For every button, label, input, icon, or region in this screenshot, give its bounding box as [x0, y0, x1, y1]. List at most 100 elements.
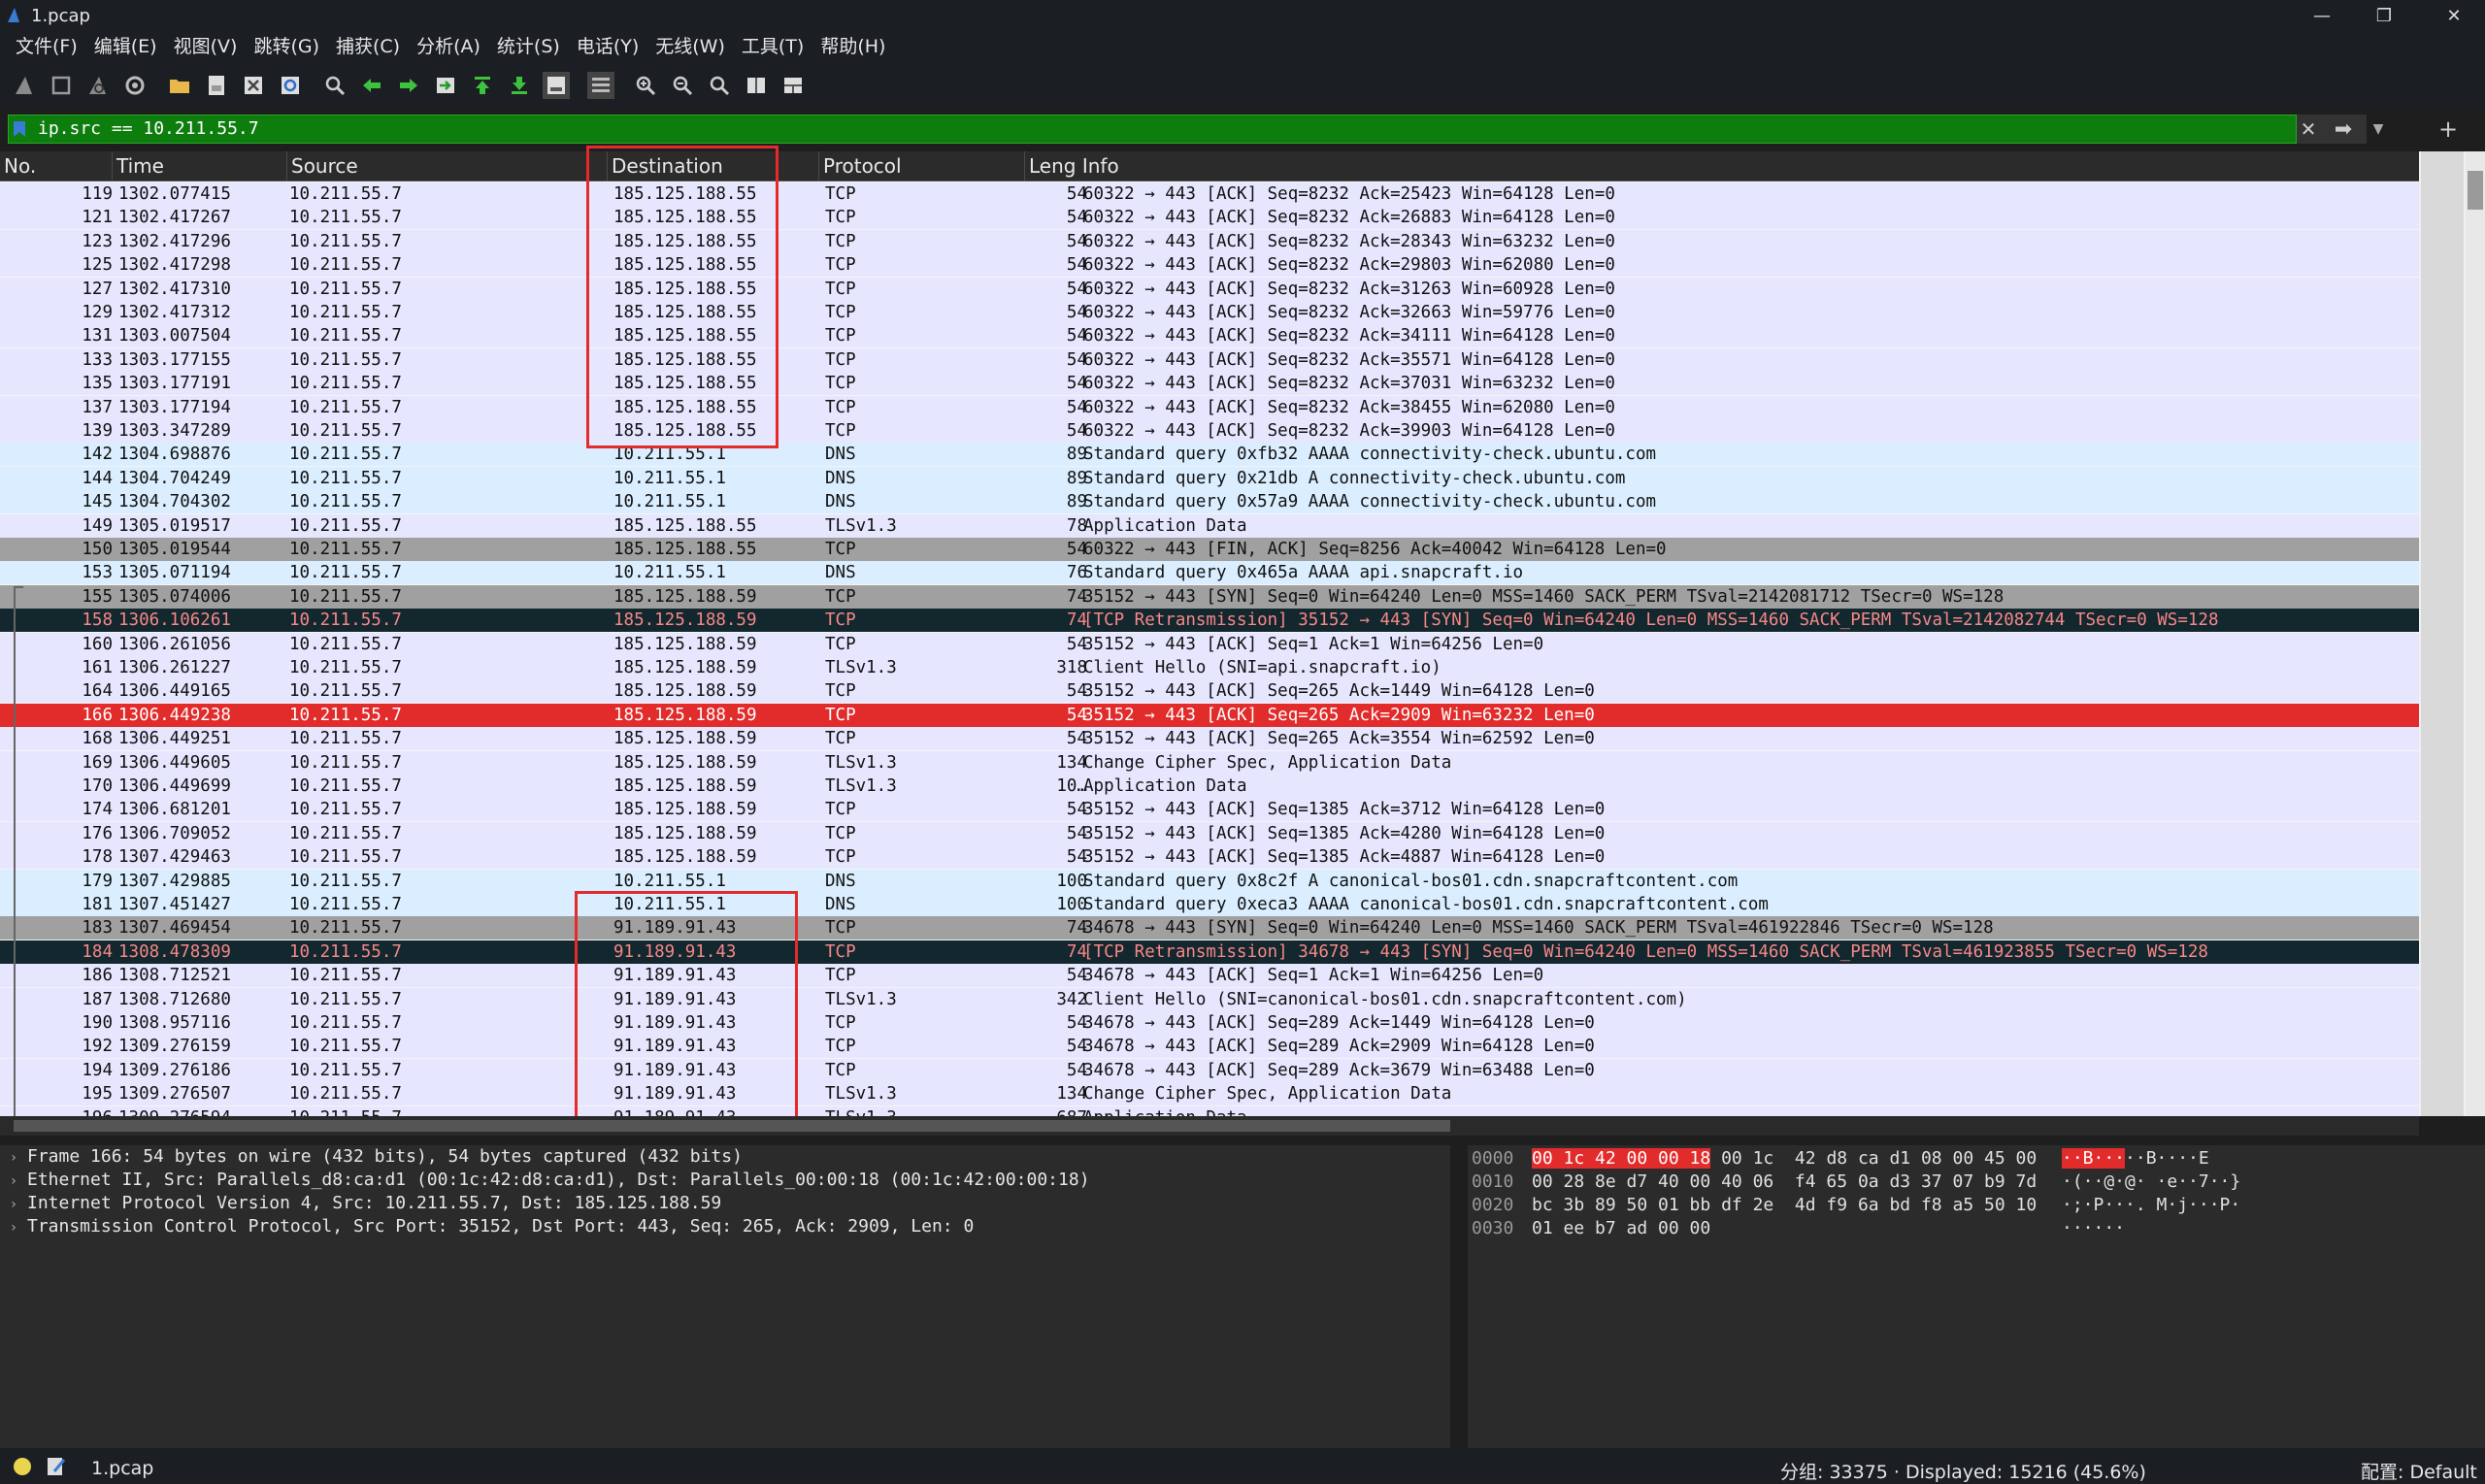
go-to-packet-icon[interactable]: [432, 72, 459, 99]
stop-square-icon[interactable]: [48, 72, 75, 99]
first-packet-icon[interactable]: [469, 72, 496, 99]
menu-capture[interactable]: 捕获(C): [328, 31, 409, 62]
packet-row[interactable]: 129 1302.417312 10.211.55.7 185.125.188.55 T…: [0, 301, 2419, 324]
bytes-hex[interactable]: 01 ee b7 ad 00 00: [1532, 1217, 1710, 1240]
packet-row[interactable]: 158 1306.106261 10.211.55.7 185.125.188.59 T…: [0, 609, 2419, 633]
menu-help[interactable]: 帮助(H): [812, 31, 894, 62]
bytes-hex[interactable]: 00 28 8e d7 40 00 40 06 f4 65 0a d3 37 0…: [1532, 1171, 2037, 1194]
clear-filter-icon[interactable]: ✕: [2297, 115, 2320, 144]
packet-row[interactable]: 1961309.27659410.211.55.791.189.91.43TLS…: [0, 1105, 2419, 1116]
zoom-normal-icon[interactable]: [706, 72, 733, 99]
close-button[interactable]: ✕: [2423, 0, 2485, 31]
packet-row[interactable]: 168 1306.449251 10.211.55.7 185.125.188.59 T…: [0, 727, 2419, 751]
packet-row[interactable]: 187 1308.712680 10.211.55.7 91.189.91.43 TLS…: [0, 987, 2419, 1011]
packet-row[interactable]: 190 1308.957116 10.211.55.7 91.189.91.43 TCP…: [0, 1011, 2419, 1035]
packet-row[interactable]: 150 1305.019544 10.211.55.7 185.125.188.55 T…: [0, 538, 2419, 561]
detail-row-ethernet[interactable]: › Ethernet II, Src: Parallels_d8:ca:d1 (0…: [0, 1169, 1090, 1192]
colorize-icon[interactable]: [587, 72, 614, 99]
packet-row[interactable]: 178 1307.429463 10.211.55.7 185.125.188.59 T…: [0, 845, 2419, 870]
gear-options-icon[interactable]: [121, 72, 149, 99]
packet-details-pane[interactable]: › Frame 166: 54 bytes on wire (432 bits),…: [0, 1145, 1450, 1448]
menu-view[interactable]: 视图(V): [166, 31, 247, 62]
packet-row[interactable]: 121 1302.417267 10.211.55.7 185.125.188.55 T…: [0, 206, 2419, 230]
pane-splitter[interactable]: [0, 1136, 2485, 1145]
packet-row[interactable]: 139 1303.347289 10.211.55.7 185.125.188.55 T…: [0, 419, 2419, 443]
packet-row[interactable]: 133 1303.177155 10.211.55.7 185.125.188.55 T…: [0, 347, 2419, 372]
packet-row[interactable]: 164 1306.449165 10.211.55.7 185.125.188.59 T…: [0, 679, 2419, 704]
packet-row[interactable]: 169 1306.449605 10.211.55.7 185.125.188.59 T…: [0, 750, 2419, 775]
open-folder-icon[interactable]: [166, 72, 193, 99]
zoom-out-icon[interactable]: [669, 72, 696, 99]
expand-chevron-right-icon[interactable]: ›: [0, 1146, 27, 1170]
detail-row-frame[interactable]: › Frame 166: 54 bytes on wire (432 bits),…: [0, 1145, 743, 1169]
layout-icon[interactable]: [779, 72, 807, 99]
packet-row[interactable]: 192 1309.276159 10.211.55.7 91.189.91.43 TCP…: [0, 1035, 2419, 1059]
menu-statistics[interactable]: 统计(S): [489, 31, 569, 62]
packet-row[interactable]: 194 1309.276186 10.211.55.7 91.189.91.43 TCP…: [0, 1058, 2419, 1082]
autoscroll-icon[interactable]: [543, 72, 570, 99]
menu-telephony[interactable]: 电话(Y): [569, 31, 647, 62]
details-bytes-splitter[interactable]: [1450, 1145, 1468, 1448]
packet-list[interactable]: No. Time Source Destination Protocol Len…: [0, 151, 2419, 1116]
packet-row[interactable]: 135 1303.177191 10.211.55.7 185.125.188.55 T…: [0, 372, 2419, 396]
bytes-ascii[interactable]: ··B·····B····E: [2062, 1147, 2209, 1171]
packet-row[interactable]: 142 1304.698876 10.211.55.7 10.211.55.1 DNS 8…: [0, 443, 2419, 467]
add-filter-button-plus-icon[interactable]: +: [2436, 115, 2460, 144]
packet-row[interactable]: 176 1306.709052 10.211.55.7 185.125.188.59 T…: [0, 821, 2419, 845]
column-header-no[interactable]: No.: [0, 151, 113, 181]
packet-row[interactable]: 195 1309.276507 10.211.55.7 91.189.91.43 TLS…: [0, 1082, 2419, 1106]
packet-row[interactable]: 123 1302.417296 10.211.55.7 185.125.188.55 T…: [0, 229, 2419, 253]
packet-row[interactable]: 144 1304.704249 10.211.55.7 10.211.55.1 DNS 8…: [0, 466, 2419, 490]
close-file-icon[interactable]: [240, 72, 267, 99]
reload-icon[interactable]: [277, 72, 304, 99]
packet-row[interactable]: 170 1306.449699 10.211.55.7 185.125.188.59 T…: [0, 775, 2419, 798]
horizontal-scrollbar-thumb[interactable]: [14, 1120, 1450, 1132]
bytes-ascii[interactable]: ·(··@·@· ·e··7··}: [2062, 1171, 2240, 1194]
packet-row[interactable]: 127 1302.417310 10.211.55.7 185.125.188.55 T…: [0, 277, 2419, 301]
save-file-icon[interactable]: [203, 72, 230, 99]
expert-info-indicator-icon[interactable]: [14, 1458, 31, 1475]
menu-file[interactable]: 文件(F): [0, 31, 86, 62]
forward-arrow-icon[interactable]: [395, 72, 422, 99]
menu-tools[interactable]: 工具(T): [734, 31, 812, 62]
menu-analyze[interactable]: 分析(A): [409, 31, 489, 62]
packet-row[interactable]: 149 1305.019517 10.211.55.7 185.125.188.55 T…: [0, 513, 2419, 538]
column-header-protocol[interactable]: Protocol: [819, 151, 1025, 181]
packet-row[interactable]: 181 1307.451427 10.211.55.7 10.211.55.1 DNS 1…: [0, 893, 2419, 916]
column-header-length-info[interactable]: Leng Info: [1025, 151, 2419, 181]
packet-row[interactable]: 125 1302.417298 10.211.55.7 185.125.188.55 T…: [0, 253, 2419, 278]
back-arrow-icon[interactable]: [358, 72, 385, 99]
bytes-ascii[interactable]: ·;·P···. M·j···P·: [2062, 1194, 2240, 1217]
last-packet-icon[interactable]: [506, 72, 533, 99]
packet-row[interactable]: 161 1306.261227 10.211.55.7 185.125.188.59 T…: [0, 656, 2419, 679]
column-header-time[interactable]: Time: [113, 151, 287, 181]
bytes-hex[interactable]: 00 1c 42 00 00 18 00 1c 42 d8 ca d1 08 0…: [1532, 1147, 2037, 1171]
display-filter-input[interactable]: [38, 115, 2270, 143]
packet-row[interactable]: 179 1307.429885 10.211.55.7 10.211.55.1 DNS 1…: [0, 869, 2419, 893]
packet-minimap[interactable]: [2421, 151, 2464, 1116]
find-icon[interactable]: [321, 72, 348, 99]
packet-bytes-pane[interactable]: 0000 00 1c 42 00 00 18 00 1c 42 d8 ca d1 …: [1468, 1145, 2485, 1448]
packet-row[interactable]: 137 1303.177194 10.211.55.7 185.125.188.55 T…: [0, 395, 2419, 419]
bytes-hex[interactable]: bc 3b 89 50 01 bb df 2e 4d f9 6a bd f8 a…: [1532, 1194, 2037, 1217]
column-header-source[interactable]: Source: [287, 151, 608, 181]
shark-fin-restart-icon[interactable]: [84, 72, 112, 99]
bookmark-icon[interactable]: [13, 120, 26, 138]
menu-wireless[interactable]: 无线(W): [647, 31, 734, 62]
restore-button[interactable]: ❐: [2353, 0, 2415, 31]
packet-row[interactable]: 184 1308.478309 10.211.55.7 91.189.91.43 TCP…: [0, 940, 2419, 964]
menu-go[interactable]: 跳转(G): [246, 31, 328, 62]
packet-row[interactable]: 183 1307.469454 10.211.55.7 91.189.91.43 TCP…: [0, 916, 2419, 940]
packet-row[interactable]: 186 1308.712521 10.211.55.7 91.189.91.43 TCP…: [0, 964, 2419, 988]
zoom-in-icon[interactable]: [632, 72, 659, 99]
resize-columns-icon[interactable]: [743, 72, 770, 99]
capture-comment-edit-icon[interactable]: [47, 1456, 66, 1477]
filter-history-chevron-down-icon[interactable]: ▼: [2367, 115, 2390, 144]
packet-row[interactable]: 145 1304.704302 10.211.55.7 10.211.55.1 DNS 8…: [0, 490, 2419, 514]
minimize-button[interactable]: —: [2291, 0, 2353, 31]
menu-edit[interactable]: 编辑(E): [86, 31, 166, 62]
bytes-ascii[interactable]: ······: [2062, 1217, 2125, 1240]
apply-filter-arrow-icon[interactable]: ➡: [2320, 115, 2367, 144]
packet-row[interactable]: 166 1306.449238 10.211.55.7 185.125.188.59 T…: [0, 703, 2419, 727]
shark-fin-start-icon[interactable]: [11, 72, 38, 99]
